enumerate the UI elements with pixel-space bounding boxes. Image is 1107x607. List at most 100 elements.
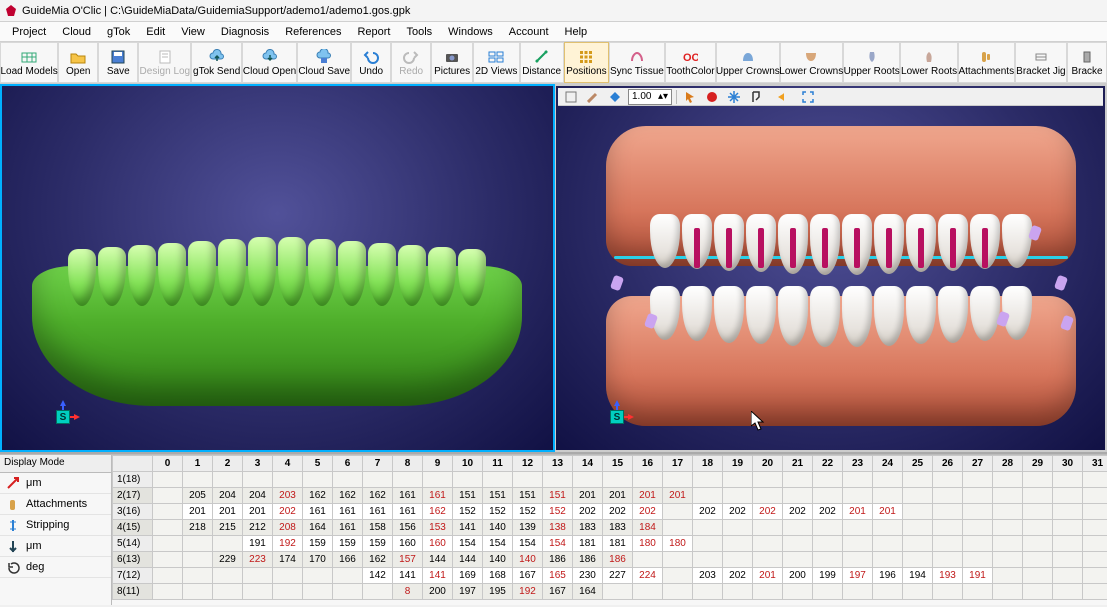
data-cell[interactable]	[1053, 504, 1083, 520]
data-cell[interactable]: 167	[543, 584, 573, 600]
data-cell[interactable]: 202	[573, 504, 603, 520]
data-cell[interactable]	[903, 584, 933, 600]
row-header[interactable]: 8(11)	[113, 584, 153, 600]
row-header[interactable]: 7(12)	[113, 568, 153, 584]
expand-icon[interactable]	[799, 89, 817, 105]
data-cell[interactable]	[603, 584, 633, 600]
toolbar-positions[interactable]: Positions	[564, 42, 609, 83]
col-header[interactable]: 0	[153, 456, 183, 472]
data-cell[interactable]	[1023, 472, 1053, 488]
menu-diagnosis[interactable]: Diagnosis	[213, 22, 277, 41]
data-cell[interactable]: 162	[363, 488, 393, 504]
data-cell[interactable]	[153, 488, 183, 504]
data-cell[interactable]: 154	[453, 536, 483, 552]
data-cell[interactable]	[723, 472, 753, 488]
data-cell[interactable]	[783, 488, 813, 504]
data-cell[interactable]: 201	[573, 488, 603, 504]
select-arrow-icon[interactable]	[681, 89, 699, 105]
data-cell[interactable]	[183, 472, 213, 488]
data-cell[interactable]: 230	[573, 568, 603, 584]
data-cell[interactable]	[693, 552, 723, 568]
data-cell[interactable]	[693, 472, 723, 488]
data-cell[interactable]	[1023, 568, 1053, 584]
col-header[interactable]: 15	[603, 456, 633, 472]
data-cell[interactable]	[963, 504, 993, 520]
data-cell[interactable]	[813, 584, 843, 600]
data-cell[interactable]: 200	[783, 568, 813, 584]
data-cell[interactable]	[393, 472, 423, 488]
data-cell[interactable]	[873, 552, 903, 568]
data-cell[interactable]: 151	[513, 488, 543, 504]
data-cell[interactable]	[693, 488, 723, 504]
data-cell[interactable]	[843, 520, 873, 536]
data-cell[interactable]: 161	[393, 488, 423, 504]
data-cell[interactable]: 154	[543, 536, 573, 552]
data-cell[interactable]: 186	[543, 552, 573, 568]
data-cell[interactable]: 204	[213, 488, 243, 504]
data-cell[interactable]	[663, 472, 693, 488]
data-cell[interactable]	[753, 552, 783, 568]
data-cell[interactable]: 161	[333, 520, 363, 536]
data-cell[interactable]	[933, 504, 963, 520]
data-cell[interactable]	[453, 472, 483, 488]
data-cell[interactable]	[1053, 536, 1083, 552]
data-cell[interactable]: 196	[873, 568, 903, 584]
data-cell[interactable]	[903, 504, 933, 520]
data-cell[interactable]	[903, 552, 933, 568]
toolbar-gtok-send[interactable]: gTok Send	[191, 42, 242, 83]
toolbar-pictures[interactable]: Pictures	[431, 42, 473, 83]
data-cell[interactable]: 159	[303, 536, 333, 552]
data-cell[interactable]	[1053, 472, 1083, 488]
row-header[interactable]: 3(16)	[113, 504, 153, 520]
data-cell[interactable]	[933, 552, 963, 568]
data-cell[interactable]: 201	[843, 504, 873, 520]
toolbar-bracket[interactable]: Bracke	[1067, 42, 1107, 83]
data-cell[interactable]: 159	[363, 536, 393, 552]
data-cell[interactable]: 201	[243, 504, 273, 520]
data-cell[interactable]: 165	[543, 568, 573, 584]
tool-diamond-icon[interactable]	[606, 89, 624, 105]
data-cell[interactable]	[153, 552, 183, 568]
data-cell[interactable]: 141	[393, 568, 423, 584]
data-cell[interactable]	[333, 584, 363, 600]
data-cell[interactable]: 186	[573, 552, 603, 568]
data-cell[interactable]	[183, 584, 213, 600]
data-cell[interactable]	[1083, 584, 1107, 600]
data-cell[interactable]	[273, 472, 303, 488]
data-cell[interactable]: 154	[483, 536, 513, 552]
data-cell[interactable]: 204	[243, 488, 273, 504]
toolbar-load-models[interactable]: Load Models	[0, 42, 58, 83]
zoom-spin[interactable]: 1.00▴▾	[628, 89, 672, 105]
viewport-left[interactable]: S	[0, 84, 555, 452]
data-cell[interactable]	[873, 520, 903, 536]
col-header[interactable]: 5	[303, 456, 333, 472]
col-header[interactable]: 28	[993, 456, 1023, 472]
data-cell[interactable]: 8	[393, 584, 423, 600]
menu-cloud[interactable]: Cloud	[54, 22, 99, 41]
row-header[interactable]: 2(17)	[113, 488, 153, 504]
data-cell[interactable]	[423, 472, 453, 488]
menu-report[interactable]: Report	[349, 22, 398, 41]
data-cell[interactable]: 158	[363, 520, 393, 536]
data-cell[interactable]	[873, 584, 903, 600]
data-cell[interactable]	[813, 520, 843, 536]
col-header[interactable]: 22	[813, 456, 843, 472]
data-cell[interactable]: 191	[963, 568, 993, 584]
data-cell[interactable]	[153, 472, 183, 488]
data-cell[interactable]: 212	[243, 520, 273, 536]
toolbar-undo[interactable]: Undo	[351, 42, 391, 83]
data-cell[interactable]	[633, 472, 663, 488]
data-cell[interactable]: 223	[243, 552, 273, 568]
toolbar-distance[interactable]: Distance	[520, 42, 564, 83]
orientation-widget[interactable]: S	[52, 400, 82, 430]
col-header[interactable]: 10	[453, 456, 483, 472]
col-header[interactable]: 29	[1023, 456, 1053, 472]
data-cell[interactable]: 202	[723, 504, 753, 520]
data-cell[interactable]: 140	[483, 520, 513, 536]
data-cell[interactable]: 161	[333, 504, 363, 520]
col-header[interactable]: 4	[273, 456, 303, 472]
data-cell[interactable]	[963, 584, 993, 600]
data-cell[interactable]	[663, 584, 693, 600]
data-cell[interactable]: 191	[243, 536, 273, 552]
row-header[interactable]: 4(15)	[113, 520, 153, 536]
